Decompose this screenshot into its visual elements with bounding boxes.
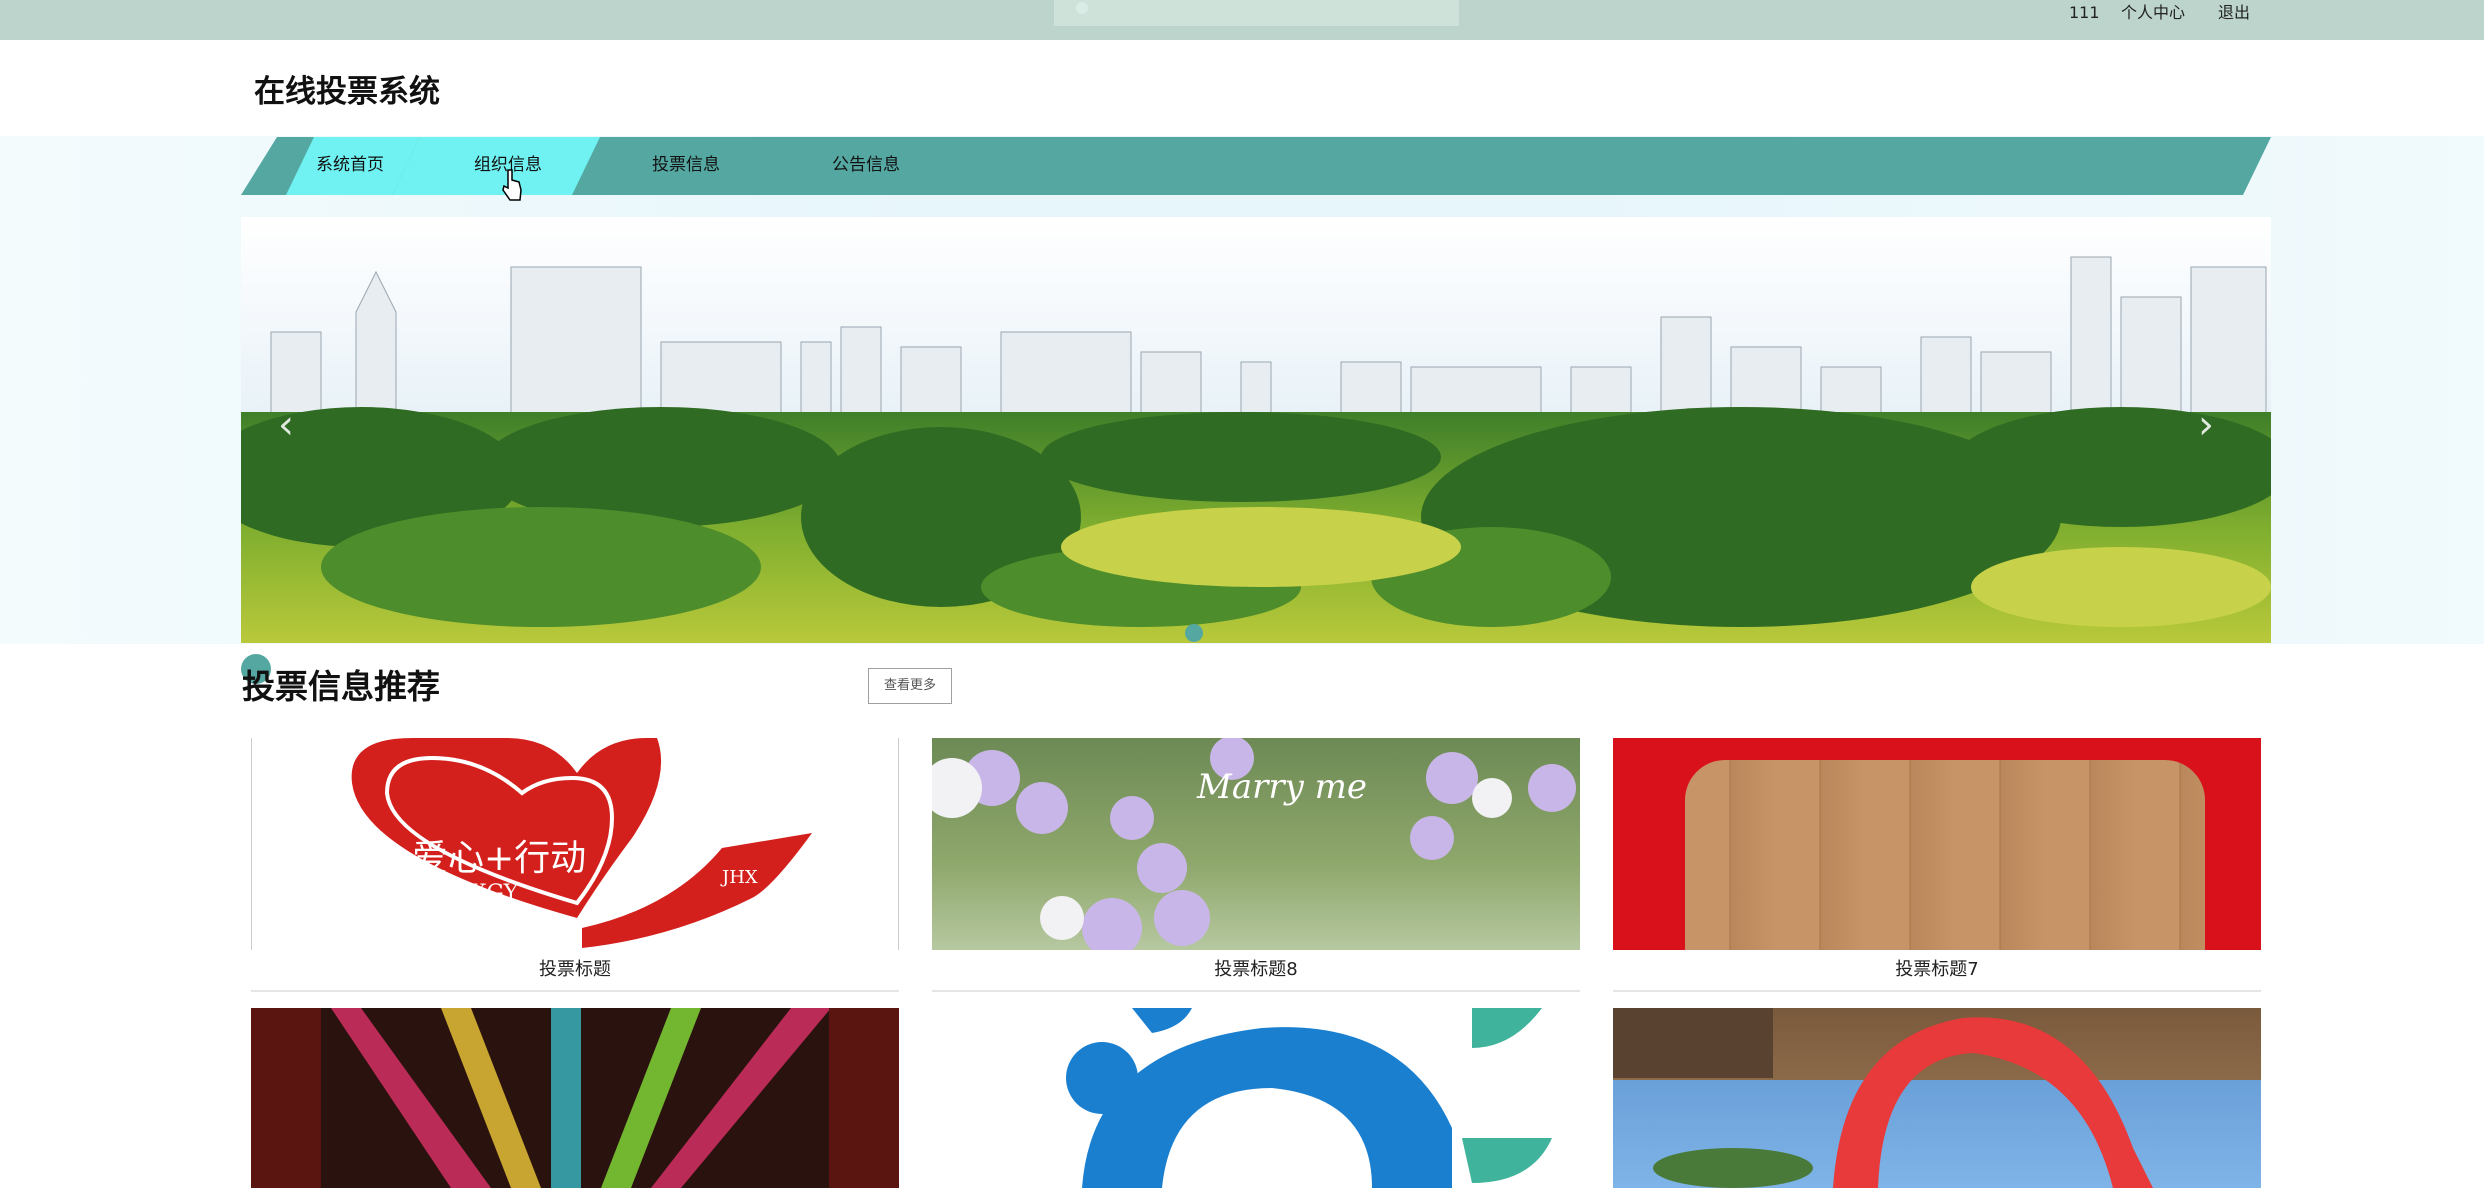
wood-door	[1685, 760, 2205, 950]
view-more-button[interactable]: 查看更多	[868, 668, 952, 704]
vote-card[interactable]	[251, 1008, 899, 1188]
carousel-dot[interactable]	[1185, 624, 1203, 642]
logout-link[interactable]: 退出	[2218, 2, 2250, 24]
vote-card-image	[1613, 738, 2261, 950]
vote-card-image: 爱心+行动 JXGY JHX	[251, 738, 899, 950]
site-header: 在线投票系统	[0, 40, 2484, 136]
banner-carousel[interactable]	[241, 217, 2271, 643]
card-image-text: Marry me	[1196, 767, 1367, 807]
notification-toast	[1054, 0, 1459, 26]
check-icon	[1076, 2, 1088, 14]
vote-card[interactable]: 爱心+行动 JXGY JHX 投票标题	[251, 738, 899, 992]
vote-card-title: 投票标题8	[932, 950, 1580, 992]
vote-card[interactable]	[1613, 1008, 2261, 1188]
top-bar: 111 个人中心 退出	[0, 0, 2484, 40]
profile-link[interactable]: 个人中心	[2121, 2, 2185, 24]
card-logo-mark: JHX	[720, 867, 758, 888]
section-title: 投票信息推荐	[242, 667, 440, 706]
vote-card[interactable]	[932, 1008, 1580, 1188]
vote-card-image	[1613, 1008, 2261, 1188]
card-logo-subtext: JXGY	[460, 881, 519, 906]
vote-card[interactable]: Marry me 投票标题8	[932, 738, 1580, 992]
carousel-next-arrow[interactable]: ›	[2186, 400, 2226, 450]
vote-card[interactable]: 投票标题7	[1613, 738, 2261, 992]
vote-card-image	[251, 1008, 899, 1188]
vote-card-title: 投票标题	[251, 950, 899, 992]
nav-item-home[interactable]: 系统首页	[316, 137, 384, 195]
mouse-cursor	[502, 168, 522, 202]
username-label: 111	[2069, 3, 2100, 22]
carousel-dots	[1180, 624, 1208, 646]
site-title: 在线投票系统	[254, 74, 440, 110]
banner-image	[241, 217, 2271, 643]
carousel-prev-arrow[interactable]: ‹	[266, 400, 306, 450]
card-logo-text: 爱心+行动	[412, 838, 586, 879]
vote-card-image: Marry me	[932, 738, 1580, 950]
nav-item-notices[interactable]: 公告信息	[832, 137, 900, 195]
nav-item-votes[interactable]: 投票信息	[652, 137, 720, 195]
vote-card-title: 投票标题7	[1613, 950, 2261, 992]
vote-card-image	[932, 1008, 1580, 1188]
